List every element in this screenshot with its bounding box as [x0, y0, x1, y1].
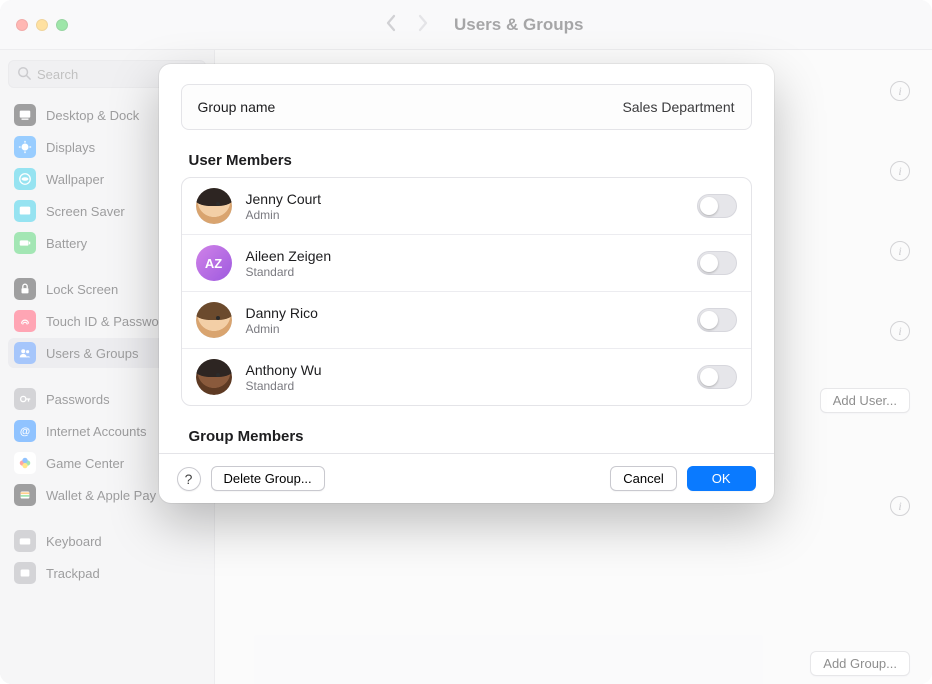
member-toggle[interactable] — [697, 308, 737, 332]
member-name: Danny Rico — [246, 305, 683, 321]
member-name: Jenny Court — [246, 191, 683, 207]
member-toggle[interactable] — [697, 365, 737, 389]
avatar — [196, 359, 232, 395]
member-row: Danny RicoAdmin — [182, 291, 751, 348]
member-role: Standard — [246, 265, 683, 279]
member-role: Admin — [246, 322, 683, 336]
group-members-header: Group Members — [189, 428, 750, 445]
member-row: Anthony WuStandard — [182, 348, 751, 405]
user-members-header: User Members — [189, 152, 750, 169]
avatar: AZ — [196, 245, 232, 281]
avatar — [196, 302, 232, 338]
member-name: Aileen Zeigen — [246, 248, 683, 264]
group-edit-sheet: Group name Sales Department User Members… — [159, 64, 774, 503]
user-members-list: Jenny CourtAdminAZAileen ZeigenStandardD… — [181, 177, 752, 406]
group-name-value: Sales Department — [622, 99, 734, 115]
system-settings-window: Users & Groups Desktop & DockDisplaysWal… — [0, 0, 932, 684]
help-button[interactable]: ? — [177, 467, 201, 491]
delete-group-button[interactable]: Delete Group... — [211, 466, 325, 491]
group-name-row[interactable]: Group name Sales Department — [181, 84, 752, 130]
sheet-body: Group name Sales Department User Members… — [159, 64, 774, 453]
member-role: Admin — [246, 208, 683, 222]
member-name: Anthony Wu — [246, 362, 683, 378]
member-row: Jenny CourtAdmin — [182, 178, 751, 234]
member-toggle[interactable] — [697, 251, 737, 275]
avatar — [196, 188, 232, 224]
member-toggle[interactable] — [697, 194, 737, 218]
sheet-backdrop: Group name Sales Department User Members… — [0, 0, 932, 684]
cancel-button[interactable]: Cancel — [610, 466, 676, 491]
ok-button[interactable]: OK — [687, 466, 756, 491]
group-name-label: Group name — [198, 99, 276, 115]
member-row: AZ Aileen ZeigenStandard — [182, 234, 751, 291]
member-role: Standard — [246, 379, 683, 393]
sheet-footer: ? Delete Group... Cancel OK — [159, 453, 774, 503]
